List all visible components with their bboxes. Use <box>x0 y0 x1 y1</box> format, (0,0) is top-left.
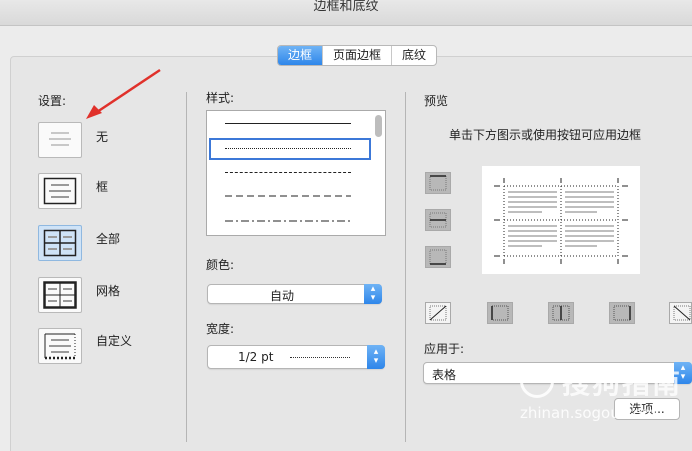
setting-grid-button[interactable] <box>38 277 82 313</box>
annotation-arrow-icon <box>86 68 161 119</box>
border-inside-horizontal-icon <box>429 212 447 228</box>
preview-hint: 单击下方图示或使用按钮可应用边框 <box>449 128 642 142</box>
settings-heading: 设置: <box>38 94 67 108</box>
color-heading: 颜色: <box>206 258 235 272</box>
border-left-icon <box>491 305 509 321</box>
style-option-dotted[interactable] <box>225 148 351 149</box>
border-diagonal-down-icon <box>673 305 691 321</box>
setting-box-label: 框 <box>96 180 109 194</box>
setting-none-label: 无 <box>96 130 109 144</box>
tab-bar: 边框 页面边框 底纹 <box>277 45 438 66</box>
border-diagonal-up-button[interactable] <box>425 302 451 324</box>
tab-page-border[interactable]: 页面边框 <box>323 46 393 65</box>
width-select-value: 1/2 pt <box>238 350 274 364</box>
border-all-icon <box>43 229 77 257</box>
column-divider-right <box>405 92 406 442</box>
style-option-solid[interactable] <box>225 123 351 124</box>
setting-custom-label: 自定义 <box>96 334 133 348</box>
apply-to-value: 表格 <box>432 368 457 382</box>
preview-heading: 预览 <box>424 94 449 108</box>
style-heading: 样式: <box>206 91 235 105</box>
border-right-button[interactable] <box>609 302 635 324</box>
color-select-value: 自动 <box>270 289 295 303</box>
border-left-button[interactable] <box>487 302 513 324</box>
window-title: 边框和底纹 <box>313 0 379 14</box>
style-option-dashed[interactable] <box>225 172 351 173</box>
watermark-text: 搜狗指南 <box>562 367 683 400</box>
border-top-icon <box>429 175 447 191</box>
preview-area[interactable] <box>482 166 640 274</box>
chevron-updown-icon: ▴ ▾ <box>367 345 385 369</box>
border-inside-vertical-button[interactable] <box>548 302 574 324</box>
border-diagonal-down-button[interactable] <box>669 302 692 324</box>
apply-to-heading: 应用于: <box>424 342 465 356</box>
setting-none-button[interactable] <box>38 122 82 158</box>
border-inside-horizontal-button[interactable] <box>425 209 451 231</box>
watermark-logo-icon <box>520 364 554 398</box>
preview-table-graphic <box>494 178 628 264</box>
border-top-button[interactable] <box>425 172 451 194</box>
tab-shading[interactable]: 底纹 <box>392 46 436 65</box>
width-heading: 宽度: <box>206 322 235 336</box>
width-select[interactable]: 1/2 pt ▴ ▾ <box>207 345 385 369</box>
style-list[interactable] <box>206 110 386 236</box>
tab-borders[interactable]: 边框 <box>278 46 324 65</box>
style-selection-highlight <box>209 138 371 160</box>
border-none-icon <box>49 132 71 146</box>
border-diagonal-up-icon <box>429 305 447 321</box>
setting-all-button[interactable] <box>38 225 82 261</box>
column-divider-left <box>186 92 187 442</box>
chevron-updown-icon: ▴ ▾ <box>364 284 382 304</box>
border-inside-vertical-icon <box>552 305 570 321</box>
width-line-sample <box>290 357 350 358</box>
watermark-url: zhinan.sogou.com <box>520 404 657 422</box>
title-bar: 边框和底纹 <box>0 0 692 26</box>
border-box-icon <box>43 177 77 205</box>
style-list-scrollbar[interactable] <box>375 115 382 137</box>
border-bottom-icon <box>429 249 447 265</box>
setting-grid-label: 网格 <box>96 284 121 298</box>
border-right-icon <box>613 305 631 321</box>
border-custom-icon <box>44 333 76 360</box>
setting-all-label: 全部 <box>96 232 121 246</box>
border-grid-icon <box>43 281 77 309</box>
setting-box-button[interactable] <box>38 173 82 209</box>
color-select[interactable]: 自动 ▴ ▾ <box>207 284 382 304</box>
setting-custom-button[interactable] <box>38 328 82 364</box>
border-bottom-button[interactable] <box>425 246 451 268</box>
